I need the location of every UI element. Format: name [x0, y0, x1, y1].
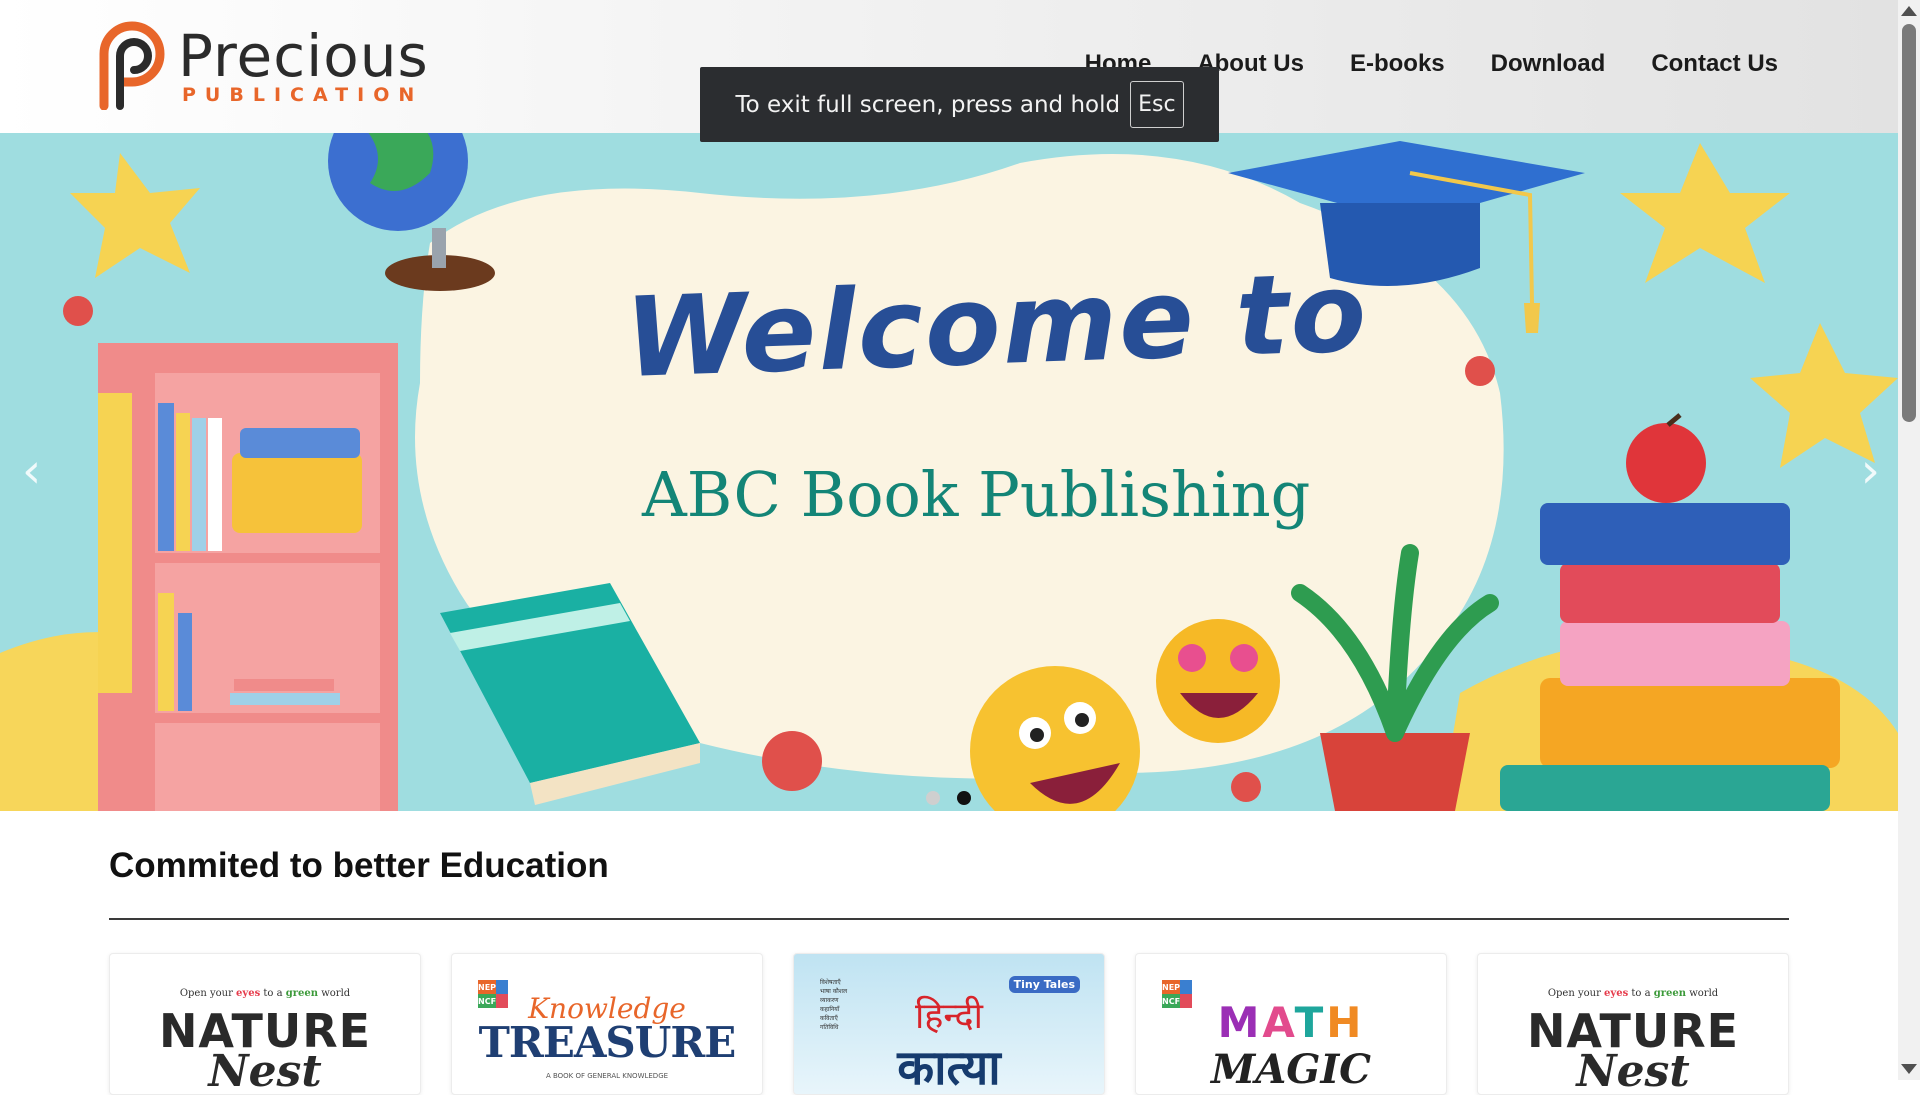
scroll-up-arrow-icon[interactable] [1901, 6, 1917, 16]
scroll-down-arrow-icon[interactable] [1901, 1064, 1917, 1074]
book-title: हिन्दी [914, 996, 983, 1037]
star-icon [1620, 143, 1790, 283]
book-tagline: Open your eyes to a green world [179, 988, 351, 999]
hero-slider: Welcome to ABC Book Publishing ‹ › [0, 133, 1898, 811]
ball-icon [63, 296, 93, 326]
brand-name: Precious [178, 22, 429, 90]
brand-tagline: PUBLICATION [182, 84, 424, 106]
book-script-title: Nest [1576, 1046, 1690, 1095]
section-divider [109, 918, 1789, 920]
plant-pot-icon [1320, 733, 1470, 811]
toast-message: To exit full screen, press and hold [735, 91, 1121, 118]
nav-e-books[interactable]: E-books [1350, 50, 1445, 78]
star-icon [70, 153, 200, 278]
ball-icon [1231, 772, 1261, 802]
book-card-knowledge-treasure[interactable]: NEP NCF Knowledge TREASURE A BOOK OF GEN… [451, 953, 763, 1095]
nav-contact-us[interactable]: Contact Us [1651, 50, 1778, 78]
fullscreen-exit-toast: To exit full screen, press and hold Esc [700, 67, 1219, 142]
esc-key-hint: Esc [1130, 81, 1184, 128]
book-subtitle: कात्या [897, 1040, 1001, 1095]
nav-download[interactable]: Download [1491, 50, 1606, 78]
book-script-title: Nest [208, 1046, 322, 1095]
apple-icon [1626, 423, 1706, 503]
book-stack-icon [1540, 678, 1840, 768]
book-cards: Open your eyes to a green world NATURE N… [109, 953, 1789, 1095]
star-eyes-emoji-icon [1156, 619, 1280, 743]
book-card-nature-nest-2[interactable]: Open your eyes to a green world NATURE N… [1477, 953, 1789, 1095]
book-subtitle: A BOOK OF GENERAL KNOWLEDGE [545, 1072, 669, 1080]
slider-prev-arrow-icon[interactable]: ‹ [22, 443, 41, 499]
scroll-thumb[interactable] [1902, 24, 1916, 422]
book-title: TREASURE [478, 1018, 737, 1067]
slide-indicator-2[interactable] [957, 791, 971, 805]
ball-icon [1465, 356, 1495, 386]
book-title: MATH [1217, 998, 1365, 1047]
book-script-title: MAGIC [1210, 1046, 1372, 1093]
ball-icon [762, 731, 822, 791]
hero-title: Welcome to [622, 248, 1371, 402]
book-tagline: Open your eyes to a green world [1547, 988, 1719, 999]
logo-mark-icon [99, 21, 165, 110]
slide-indicator-1[interactable] [926, 791, 940, 805]
book-card-math-magic[interactable]: NEP NCF MATH MAGIC [1135, 953, 1447, 1095]
page-scrollbar[interactable] [1898, 0, 1920, 1080]
book-card-nature-nest[interactable]: Open your eyes to a green world NATURE N… [109, 953, 421, 1095]
book-card-hindi[interactable]: विशेषताएँ भाषा कौशल व्याकरण कहानियाँ कवि… [793, 953, 1105, 1095]
brand-logo[interactable]: Precious PUBLICATION [92, 14, 432, 114]
hero-subtitle: ABC Book Publishing [642, 458, 1311, 531]
slider-next-arrow-icon[interactable]: › [1861, 443, 1880, 499]
section-title: Commited to better Education [109, 846, 609, 885]
slider-indicators [926, 791, 971, 805]
